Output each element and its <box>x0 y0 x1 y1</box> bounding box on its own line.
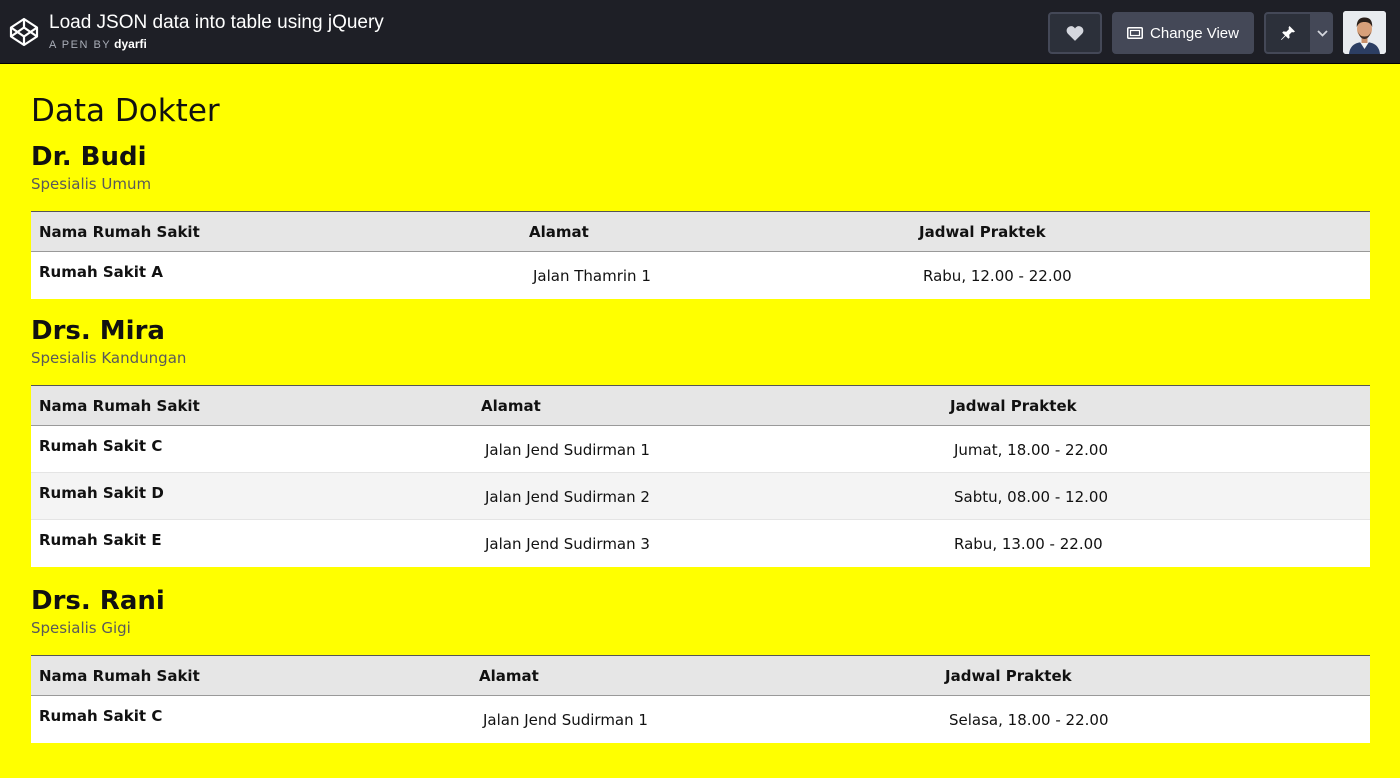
schedule-cell: Rabu, 12.00 - 22.00 <box>923 267 1072 285</box>
schedule-cell: Selasa, 18.00 - 22.00 <box>949 711 1109 729</box>
column-header-schedule: Jadwal Praktek <box>942 385 1370 426</box>
address-cell: Jalan Jend Sudirman 2 <box>473 472 942 520</box>
hospital-cell: Rumah Sakit E <box>31 519 473 567</box>
table-header-row: Nama Rumah Sakit Alamat Jadwal Praktek <box>31 655 1370 696</box>
doctor-specialty: Spesialis Umum <box>31 175 152 193</box>
hospital-cell: Rumah Sakit C <box>39 437 163 455</box>
codepen-header: Load JSON data into table using jQuery A… <box>0 0 1400 64</box>
change-view-label: Change View <box>1150 24 1239 42</box>
pen-by-label: A PEN BY <box>49 39 112 51</box>
avatar-image <box>1343 11 1386 54</box>
chevron-down-icon <box>1316 29 1328 37</box>
column-header-address: Alamat <box>521 211 911 252</box>
schedule-cell: Sabtu, 08.00 - 12.00 <box>942 472 1370 520</box>
schedule-table: Nama Rumah Sakit Alamat Jadwal Praktek R… <box>31 655 1370 743</box>
schedule-cell: Rabu, 13.00 - 22.00 <box>942 519 1370 567</box>
hospital-cell: Rumah Sakit A <box>39 263 163 281</box>
schedule-table: Nama Rumah Sakit Alamat Jadwal Praktek R… <box>31 211 1370 299</box>
schedule-cell: Jumat, 18.00 - 22.00 <box>954 441 1108 459</box>
column-header-hospital: Nama Rumah Sakit <box>31 385 473 426</box>
pen-author-link[interactable]: dyarfi <box>114 37 147 51</box>
like-button[interactable] <box>1048 12 1102 54</box>
address-cell: Jalan Jend Sudirman 3 <box>473 519 942 567</box>
column-header-schedule: Jadwal Praktek <box>937 655 1370 696</box>
table-row: Rumah Sakit C Jalan Jend Sudirman 1 Sela… <box>31 696 1370 743</box>
column-header-address: Alamat <box>473 385 942 426</box>
doctor-section: Drs. Mira Spesialis Kandungan <box>31 315 1370 369</box>
address-cell: Jalan Jend Sudirman 1 <box>485 441 650 459</box>
user-avatar[interactable] <box>1343 11 1386 54</box>
doctor-section: Drs. Rani Spesialis Gigi <box>31 585 1370 639</box>
table-row: Rumah Sakit E Jalan Jend Sudirman 3 Rabu… <box>31 519 1370 567</box>
address-cell: Jalan Thamrin 1 <box>533 267 651 285</box>
pen-title[interactable]: Load JSON data into table using jQuery <box>49 12 384 34</box>
schedule-table: Nama Rumah Sakit Alamat Jadwal Praktek R… <box>31 385 1370 567</box>
change-view-button[interactable]: Change View <box>1112 12 1254 54</box>
doctor-name: Drs. Mira <box>31 316 165 346</box>
table-header-row: Nama Rumah Sakit Alamat Jadwal Praktek <box>31 385 1370 426</box>
pin-button[interactable] <box>1264 12 1312 54</box>
doctor-name: Dr. Budi <box>31 142 147 172</box>
column-header-schedule: Jadwal Praktek <box>911 211 1370 252</box>
pin-icon <box>1281 26 1295 40</box>
table-row: Rumah Sakit D Jalan Jend Sudirman 2 Sabt… <box>31 472 1370 520</box>
page-title: Data Dokter <box>31 93 220 129</box>
doctor-specialty: Spesialis Kandungan <box>31 349 187 367</box>
table-header-row: Nama Rumah Sakit Alamat Jadwal Praktek <box>31 211 1370 252</box>
pen-byline: A PEN BY dyarfi <box>49 37 147 51</box>
pin-menu-toggle[interactable] <box>1311 12 1333 54</box>
address-cell: Jalan Jend Sudirman 1 <box>483 711 648 729</box>
column-header-hospital: Nama Rumah Sakit <box>31 211 521 252</box>
view-icon <box>1127 27 1144 39</box>
codepen-logo-icon[interactable] <box>9 17 39 47</box>
column-header-address: Alamat <box>471 655 937 696</box>
doctor-section: Dr. Budi Spesialis Umum <box>31 141 1370 195</box>
hospital-cell: Rumah Sakit C <box>39 707 163 725</box>
column-header-hospital: Nama Rumah Sakit <box>31 655 471 696</box>
heart-icon <box>1066 26 1084 41</box>
hospital-cell: Rumah Sakit D <box>31 472 473 520</box>
doctor-name: Drs. Rani <box>31 586 165 616</box>
table-row: Rumah Sakit C Jalan Jend Sudirman 1 Juma… <box>31 426 1370 473</box>
table-row: Rumah Sakit A Jalan Thamrin 1 Rabu, 12.0… <box>31 252 1370 299</box>
doctor-specialty: Spesialis Gigi <box>31 619 131 637</box>
